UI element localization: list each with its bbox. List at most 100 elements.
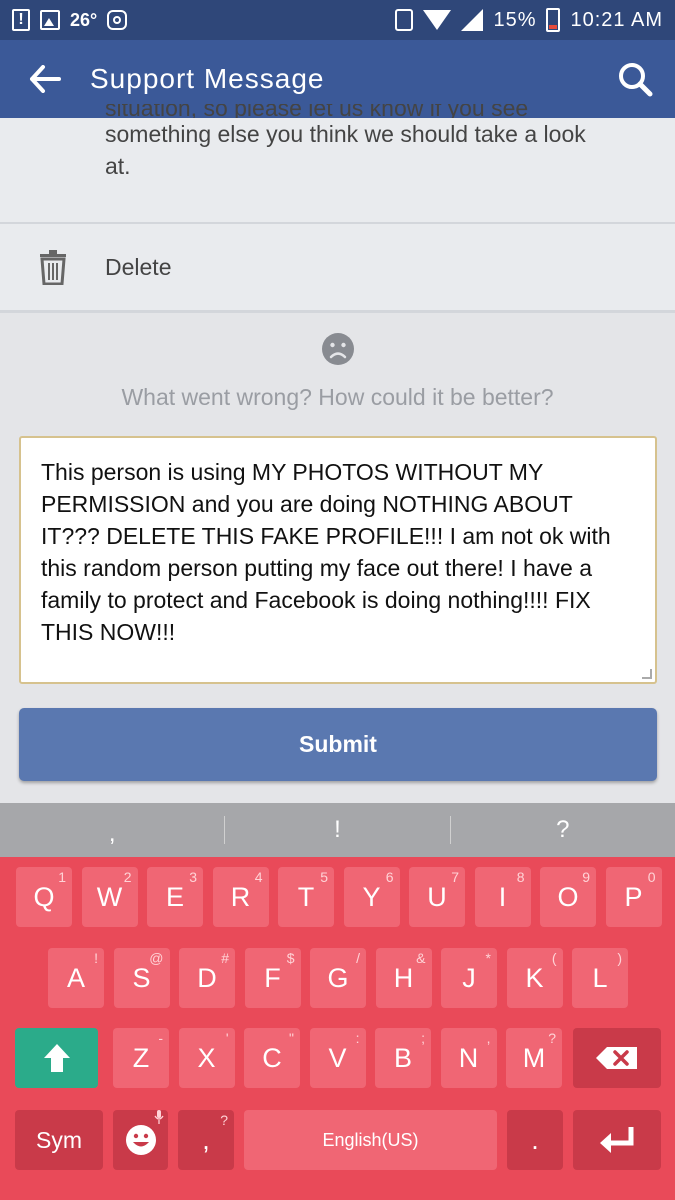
key-label: L bbox=[592, 962, 608, 993]
key-p[interactable]: P0 bbox=[605, 867, 662, 927]
key-u[interactable]: U7 bbox=[409, 867, 465, 927]
key-hint: 6 bbox=[385, 869, 394, 885]
key-label: V bbox=[328, 1042, 347, 1073]
image-icon bbox=[40, 10, 60, 30]
key-x[interactable]: X ' bbox=[178, 1028, 235, 1088]
key-label: R bbox=[230, 881, 251, 912]
key-label: E bbox=[165, 881, 184, 912]
mic-icon bbox=[154, 1110, 164, 1127]
key-v[interactable]: V: bbox=[309, 1028, 366, 1088]
key-j[interactable]: J * bbox=[441, 948, 497, 1008]
key-label: O bbox=[557, 881, 579, 912]
status-bar: ! 26° 15% 10:21 AM bbox=[0, 0, 675, 40]
key-hint: / bbox=[356, 950, 360, 966]
key-hint: ? bbox=[548, 1030, 556, 1046]
message-line-partial: situation, so please let us know if you … bbox=[105, 104, 529, 118]
submit-button[interactable]: Submit bbox=[19, 708, 657, 781]
key-l[interactable]: L) bbox=[572, 948, 628, 1008]
backspace-key[interactable] bbox=[573, 1028, 661, 1088]
key-d[interactable]: D # bbox=[179, 948, 235, 1008]
key-z[interactable]: Z- bbox=[113, 1028, 169, 1088]
key-label: S bbox=[132, 962, 151, 993]
shift-key[interactable] bbox=[15, 1028, 98, 1088]
keyboard: Q1W2E3R4T5Y6U7I8O9P0 A! S @ D # F $ G / H & J * K(L) … bbox=[0, 857, 675, 1200]
key-hint: ) bbox=[617, 950, 622, 966]
key-hint: : bbox=[355, 1030, 360, 1046]
key-n[interactable]: N, bbox=[440, 1028, 497, 1088]
key-label: Q bbox=[33, 881, 55, 912]
key-b[interactable]: B; bbox=[375, 1028, 431, 1088]
key-hint: 5 bbox=[320, 869, 328, 885]
key-hint: $ bbox=[286, 950, 295, 966]
key-hint: ; bbox=[421, 1030, 425, 1046]
trash-icon bbox=[0, 249, 105, 285]
key-w[interactable]: W2 bbox=[81, 867, 138, 927]
period-key[interactable]: . bbox=[507, 1110, 563, 1170]
key-s[interactable]: S @ bbox=[113, 948, 170, 1008]
key-i[interactable]: I8 bbox=[474, 867, 531, 927]
enter-icon bbox=[600, 1127, 634, 1153]
key-label: I bbox=[498, 881, 507, 912]
key-label: P bbox=[624, 881, 643, 912]
key-label: F bbox=[264, 962, 281, 993]
arrow-up-icon bbox=[43, 1044, 70, 1072]
support-message-text: situation, so please let us know if you … bbox=[105, 102, 645, 182]
key-q[interactable]: Q1 bbox=[16, 867, 72, 927]
space-key[interactable]: English(US) bbox=[244, 1110, 497, 1170]
wifi-icon bbox=[423, 10, 452, 30]
key-label: N bbox=[458, 1042, 479, 1073]
key-label: H bbox=[393, 962, 414, 993]
key-hint: , bbox=[486, 1030, 491, 1046]
key-g[interactable]: G / bbox=[310, 948, 366, 1008]
key-hint: 7 bbox=[451, 869, 459, 885]
comma-key[interactable]: , ? bbox=[178, 1110, 234, 1170]
key-f[interactable]: F $ bbox=[244, 948, 301, 1008]
key-label: T bbox=[297, 881, 315, 912]
key-a[interactable]: A! bbox=[48, 948, 104, 1008]
back-button[interactable] bbox=[0, 40, 90, 118]
key-m[interactable]: M? bbox=[506, 1028, 562, 1088]
key-o[interactable]: O9 bbox=[540, 867, 596, 927]
resize-handle[interactable] bbox=[642, 669, 652, 679]
enter-key[interactable] bbox=[573, 1110, 661, 1170]
key-hint: " bbox=[289, 1030, 294, 1046]
key-k[interactable]: K( bbox=[506, 948, 563, 1008]
key-label: J bbox=[462, 962, 476, 993]
key-hint: ( bbox=[551, 950, 557, 966]
key-hint: - bbox=[158, 1030, 163, 1046]
suggestion-comma[interactable]: , bbox=[0, 812, 224, 848]
key-hint: 9 bbox=[582, 869, 590, 885]
search-icon bbox=[619, 63, 653, 97]
key-e[interactable]: E3 bbox=[147, 867, 203, 927]
feedback-prompt: What went wrong? How could it be better? bbox=[121, 384, 554, 410]
key-hint: ! bbox=[94, 950, 98, 966]
key-r[interactable]: R4 bbox=[212, 867, 269, 927]
key-hint: 4 bbox=[254, 869, 263, 885]
key-hint: @ bbox=[149, 950, 164, 966]
suggestion-question[interactable]: ? bbox=[451, 816, 675, 844]
feedback-textarea[interactable]: This person is using MY PHOTOS WITHOUT M… bbox=[19, 436, 657, 684]
key-h[interactable]: H & bbox=[375, 948, 432, 1008]
smiley-icon bbox=[125, 1125, 156, 1155]
key-label: , bbox=[202, 1124, 210, 1155]
key-label: G bbox=[327, 962, 349, 993]
sym-key[interactable]: Sym bbox=[15, 1110, 103, 1170]
feedback-text: This person is using MY PHOTOS WITHOUT M… bbox=[41, 459, 611, 645]
battery-percent: 15% bbox=[493, 8, 537, 31]
emoji-key[interactable] bbox=[113, 1110, 168, 1170]
key-label: D bbox=[197, 962, 217, 993]
page-title: Support Message bbox=[90, 63, 325, 94]
sad-face-icon bbox=[321, 332, 355, 371]
key-hint: 3 bbox=[189, 869, 197, 885]
key-hint: * bbox=[485, 950, 491, 966]
temperature: 26° bbox=[70, 9, 98, 30]
key-t[interactable]: T5 bbox=[278, 867, 334, 927]
key-hint: & bbox=[416, 950, 426, 966]
clock: 10:21 AM bbox=[570, 8, 663, 31]
key-c[interactable]: C " bbox=[244, 1028, 300, 1088]
vibrate-icon bbox=[395, 9, 414, 31]
suggestion-exclamation[interactable]: ! bbox=[225, 816, 449, 844]
key-y[interactable]: Y6 bbox=[343, 867, 400, 927]
delete-row[interactable]: Delete bbox=[0, 224, 675, 310]
key-label: Z bbox=[132, 1042, 150, 1073]
